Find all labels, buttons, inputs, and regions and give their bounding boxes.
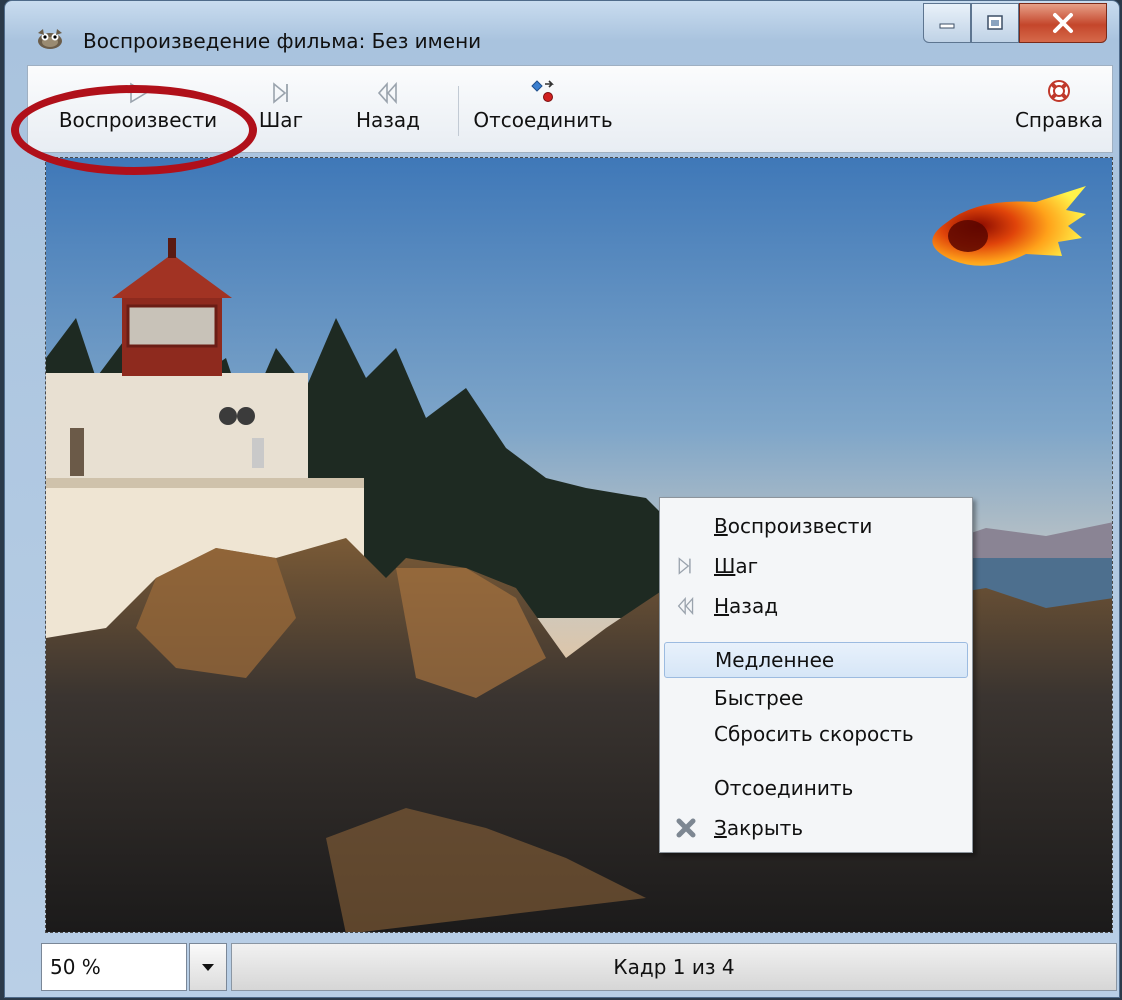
maximize-icon — [987, 15, 1003, 30]
step-icon — [273, 82, 288, 104]
menu-item-step-label: аг — [735, 554, 759, 578]
close-icon — [1053, 13, 1073, 33]
menu-item-close-label: акрыть — [726, 816, 804, 840]
title-bar[interactable]: Воспроизведение фильма: Без имени — [5, 1, 1119, 63]
back-button[interactable]: Назад — [348, 66, 428, 152]
playback-context-menu: Воспроизвести Шаг Назад Медленнее Быстре… — [659, 497, 973, 853]
step-label: Шаг — [258, 108, 304, 132]
play-icon — [130, 82, 148, 104]
frame-progress[interactable]: Кадр 1 из 4 — [231, 943, 1117, 991]
close-x-icon — [676, 818, 696, 838]
step-icon — [678, 557, 691, 575]
menu-item-slower-label: Медленнее — [715, 648, 835, 672]
detach-label: Отсоединить — [473, 108, 613, 132]
chevron-down-icon — [202, 964, 214, 971]
menu-item-reset-speed[interactable]: Сбросить скорость — [664, 716, 968, 752]
menu-item-close[interactable]: Закрыть — [664, 810, 968, 846]
rewind-icon — [677, 597, 694, 615]
help-button[interactable]: Справка — [1014, 66, 1104, 152]
play-button[interactable]: Воспроизвести — [38, 66, 238, 152]
window-controls — [923, 3, 1107, 43]
menu-item-close-mnemonic: З — [714, 816, 727, 840]
toolbar-separator — [458, 86, 459, 136]
menu-item-step[interactable]: Шаг — [664, 548, 968, 584]
menu-item-step-mnemonic: Ш — [714, 554, 736, 578]
menu-item-back[interactable]: Назад — [664, 588, 968, 624]
menu-item-faster[interactable]: Быстрее — [664, 680, 968, 716]
menu-item-detach-label: Отсоединить — [714, 776, 854, 800]
play-label: Воспроизвести — [58, 108, 218, 132]
gimp-app-icon — [38, 29, 62, 49]
close-button[interactable] — [1019, 3, 1107, 43]
minimize-icon — [939, 23, 955, 29]
status-bar: 50 % Кадр 1 из 4 — [41, 935, 1117, 995]
menu-item-back-label: азад — [729, 594, 779, 618]
playback-toolbar: Воспроизвести Шаг Назад Отсоединить Спра… — [27, 65, 1113, 153]
menu-item-back-mnemonic: Н — [714, 594, 730, 618]
lifebuoy-icon — [1048, 80, 1070, 102]
detach-icon — [531, 80, 554, 102]
animation-playback-window: Воспроизведение фильма: Без имени Воспро… — [4, 0, 1120, 998]
maximize-button[interactable] — [971, 3, 1019, 43]
help-label: Справка — [1014, 108, 1104, 132]
minimize-button[interactable] — [923, 3, 971, 43]
step-button[interactable]: Шаг — [250, 66, 312, 152]
menu-item-play[interactable]: Воспроизвести — [664, 508, 968, 544]
rewind-icon — [377, 82, 397, 104]
menu-item-reset-speed-label: Сбросить скорость — [714, 722, 914, 746]
zoom-combobox[interactable]: 50 % — [41, 943, 187, 991]
menu-item-slower[interactable]: Медленнее — [664, 642, 968, 678]
menu-item-faster-label: Быстрее — [714, 686, 804, 710]
menu-item-play-mnemonic: В — [714, 514, 728, 538]
detach-button[interactable]: Отсоединить — [468, 66, 618, 152]
menu-item-play-label: оспроизвести — [727, 514, 873, 538]
back-label: Назад — [355, 108, 420, 132]
zoom-dropdown-button[interactable] — [189, 943, 227, 991]
menu-item-detach[interactable]: Отсоединить — [664, 770, 968, 806]
window-title: Воспроизведение фильма: Без имени — [83, 29, 482, 53]
